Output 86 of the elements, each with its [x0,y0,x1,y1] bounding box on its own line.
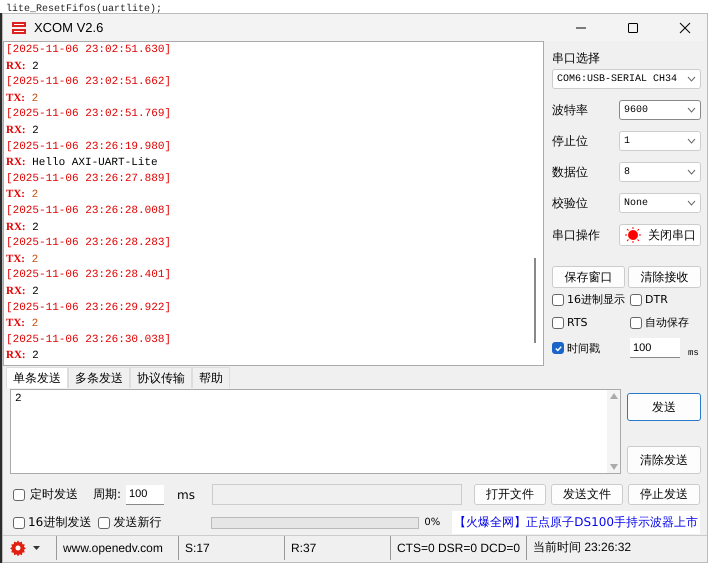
logo-icon [11,20,27,36]
option-label: 16进制发送 [28,514,92,532]
log-entry: RX: 2 [6,284,39,300]
window-title: XCOM V2.6 [34,20,104,35]
timestamp: [2025-11-06 23:26:30.038] [6,332,172,348]
line-status: CTS=0 DSR=0 DCD=0 [391,536,527,560]
panel-button[interactable]: 保存窗口 [552,266,625,288]
send-button[interactable]: 发送 [627,393,701,422]
log-entry: RX: 2 [6,348,39,364]
log-entry: RX: 2 [6,58,39,75]
option-label: 定时发送 [30,486,79,504]
ad-link[interactable]: 【火爆全网】正点原子DS100手持示波器上市 [452,511,700,534]
close-port-button[interactable]: 关闭串口 [619,224,701,246]
option-label: RTS [567,316,588,329]
interval-field[interactable]: 100 [630,338,680,358]
timestamp: [2025-11-06 23:26:29.922] [6,300,172,316]
maximize-icon[interactable] [626,22,638,34]
log-entry: RX: 2 [6,220,39,236]
caret-icon [687,200,696,206]
checkbox[interactable] [13,516,25,529]
check-icon [554,344,562,352]
panel-button[interactable]: 清除接收 [628,266,701,288]
caret-icon [687,76,696,82]
period-field[interactable]: 100 [126,484,164,505]
file-button[interactable]: 打开文件 [474,484,546,506]
option-label: 发送新行 [113,514,162,532]
log-entry: TX: 2 [6,252,38,268]
tab[interactable]: 帮助 [192,367,230,388]
timestamp: [2025-11-06 23:26:28.283] [6,236,172,252]
file-path-field[interactable] [212,484,462,506]
option-label: 时间戳 [567,340,600,356]
field-label: 波特率 [552,102,588,118]
checkbox[interactable] [13,488,25,501]
field-label: 校验位 [552,194,588,212]
checkbox[interactable] [552,294,564,306]
field-label: 串口操作 [552,226,600,244]
dropdown[interactable]: 9600 [619,100,701,120]
period-label: 周期: [93,486,122,504]
current-time: 当前时间 23:26:32 [532,539,632,556]
caret-icon [687,169,696,175]
close-icon[interactable] [678,22,690,34]
scrollbar-thumb[interactable] [534,258,536,343]
tab[interactable]: 多条发送 [68,367,130,388]
dropdown[interactable]: 8 [619,162,701,182]
option-label: DTR [645,293,668,306]
port-label: 串口选择 [552,50,601,66]
progress-reading: 0% [424,517,442,528]
option-label: 自动保存 [645,315,689,330]
received-count: R:37 [285,536,391,560]
log-entry: RX: 2 [6,122,39,139]
checkbox[interactable] [552,342,564,354]
sent-count: S:17 [179,536,285,560]
gear-icon[interactable] [9,538,27,557]
file-button[interactable]: 发送文件 [551,484,623,506]
unit-label: ms [177,488,195,502]
port-dropdown[interactable]: COM6:USB-SERIAL CH34 [552,69,701,89]
checkbox[interactable] [630,294,642,306]
website-link[interactable]: www.openedv.com [57,536,179,560]
log-entry: TX: 2 [6,90,38,107]
timestamp: [2025-11-06 23:26:27.889] [6,172,172,187]
timestamp: [2025-11-06 23:26:19.980] [6,140,172,155]
log-entry: RX: Hello AXI-UART-Lite [6,155,158,172]
timestamp: [2025-11-06 23:26:28.008] [6,204,172,219]
timestamp: [2025-11-06 23:02:51.769] [6,107,172,122]
tab[interactable]: 协议传输 [130,367,192,388]
log-entry: TX: 2 [6,187,38,204]
checkbox[interactable] [630,316,642,328]
timestamp: [2025-11-06 23:02:51.630] [6,43,172,58]
option-label: 16进制显示 [567,292,625,307]
field-label: 停止位 [552,132,588,150]
tab[interactable]: 单条发送 [6,367,68,388]
file-button[interactable]: 停止发送 [628,484,700,506]
dropdown[interactable]: 1 [619,131,701,151]
caret-icon [687,138,696,144]
send-button[interactable]: 清除发送 [627,446,701,474]
log-entry: TX: 2 [6,316,38,332]
field-label: 数据位 [552,164,588,180]
caret-icon [687,107,696,113]
timestamp: [2025-11-06 23:02:51.662] [6,75,172,90]
checkbox[interactable] [552,316,564,328]
code-line: lite_ResetFifos(uartlite); [6,4,162,15]
caret-icon[interactable] [33,546,40,550]
checkbox[interactable] [98,516,110,529]
dropdown[interactable]: None [619,193,701,213]
timestamp: [2025-11-06 23:26:28.401] [6,268,172,284]
unit-label: ms [688,348,699,358]
